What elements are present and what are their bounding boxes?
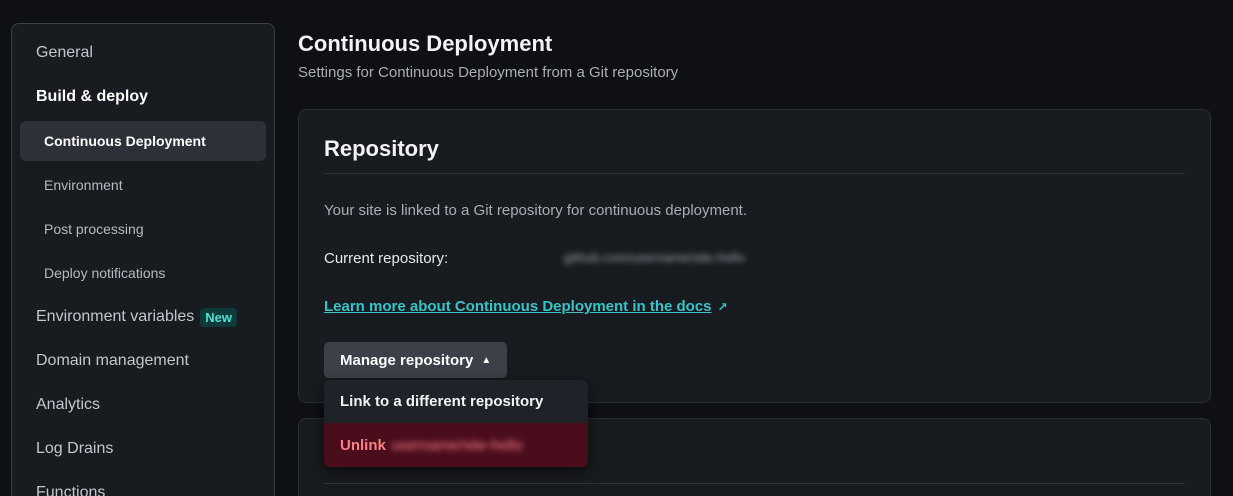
sidebar-item-deploy-notifications[interactable]: Deploy notifications xyxy=(20,253,266,293)
menu-item-label: Unlink xyxy=(340,436,386,454)
sidebar-item-label: Functions xyxy=(36,484,106,496)
card-description: Your site is linked to a Git repository … xyxy=(324,202,748,219)
sidebar-item-log-drains[interactable]: Log Drains xyxy=(20,429,266,469)
manage-repository-label: Manage repository xyxy=(340,351,474,369)
sidebar-item-label: Continuous Deployment xyxy=(44,133,206,149)
current-repository-value[interactable]: github.com/username/site-hello xyxy=(564,250,745,265)
docs-link[interactable]: Learn more about Continuous Deployment i… xyxy=(324,298,728,315)
sidebar-item-label: Environment variables xyxy=(36,308,195,325)
link-different-repository-item[interactable]: Link to a different repository xyxy=(324,380,588,423)
unlink-target-name: username/site-hello xyxy=(391,436,523,454)
sidebar-item-build-deploy[interactable]: Build & deploy xyxy=(20,77,266,117)
external-link-icon: ↗ xyxy=(717,300,728,314)
sidebar-item-label: Deploy notifications xyxy=(44,265,166,281)
new-badge: New xyxy=(200,307,238,327)
sidebar-item-label: Log Drains xyxy=(36,440,114,457)
sidebar-item-environment[interactable]: Environment xyxy=(20,165,266,205)
sidebar-item-label: Domain management xyxy=(36,352,189,369)
sidebar-item-label: General xyxy=(36,44,93,61)
card-title: Repository xyxy=(324,136,439,161)
divider xyxy=(324,483,1185,484)
sidebar: General Build & deploy Continuous Deploy… xyxy=(11,23,275,496)
page-subtitle: Settings for Continuous Deployment from … xyxy=(298,64,679,81)
sidebar-item-label: Post processing xyxy=(44,221,144,237)
chevron-up-icon: ▲ xyxy=(481,354,492,366)
current-repository-label: Current repository: xyxy=(324,250,449,267)
sidebar-item-label: Build & deploy xyxy=(36,88,148,105)
repository-card: Repository Your site is linked to a Git … xyxy=(298,109,1211,403)
sidebar-item-label: Analytics xyxy=(36,396,101,413)
sidebar-item-domain-management[interactable]: Domain management xyxy=(20,341,266,381)
divider xyxy=(324,173,1185,174)
sidebar-item-continuous-deployment[interactable]: Continuous Deployment xyxy=(20,121,266,161)
manage-repository-button[interactable]: Manage repository ▲ xyxy=(324,342,508,378)
sidebar-item-analytics[interactable]: Analytics xyxy=(20,385,266,425)
menu-item-label: Link to a different repository xyxy=(340,393,544,410)
manage-repository-menu: Link to a different repository Unlink us… xyxy=(324,380,588,467)
sidebar-item-functions[interactable]: Functions xyxy=(20,473,266,496)
docs-link-label: Learn more about Continuous Deployment i… xyxy=(324,298,712,315)
sidebar-item-general[interactable]: General xyxy=(20,33,266,73)
sidebar-item-label: Environment xyxy=(44,177,123,193)
page-title: Continuous Deployment xyxy=(298,31,553,56)
sidebar-item-post-processing[interactable]: Post processing xyxy=(20,209,266,249)
unlink-repository-item[interactable]: Unlink username/site-hello xyxy=(324,423,588,467)
sidebar-item-environment-variables[interactable]: Environment variables New xyxy=(20,297,266,337)
